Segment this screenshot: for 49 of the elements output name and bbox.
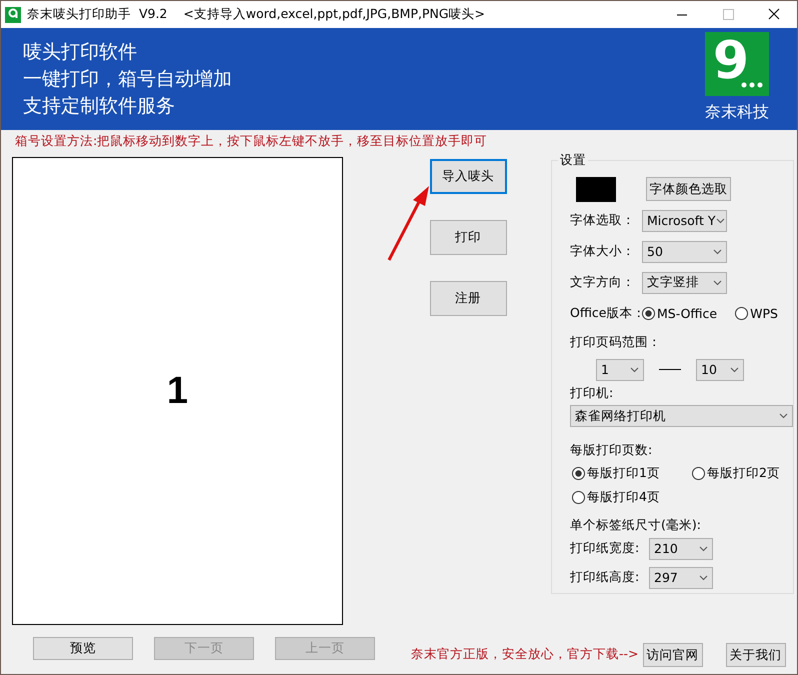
footer-button[interactable]: 访问官网 [642,643,702,667]
chevron-down-icon [730,366,739,372]
field-label: 打印机: [570,384,614,402]
box-number[interactable]: 1 [166,370,188,412]
field-label: 打印纸高度: [570,569,640,586]
action-button[interactable]: 导入唛头 [430,159,506,194]
radio-option[interactable]: 每版打印2页 [692,465,793,482]
dropdown[interactable]: 297 [649,566,713,588]
dropdown[interactable]: 文字竖排 [642,272,727,294]
footer-note: 奈末官方正版，安全放心，官方下载--> [411,646,638,663]
field-label: 单个标签纸尺寸(毫米): [570,517,701,534]
dropdown[interactable]: 1 [596,358,644,380]
field-label: 打印纸宽度: [570,540,640,557]
radio-option[interactable]: 每版打印1页 [572,465,692,482]
window-subtitle: <支持导入word,excel,ppt,pdf,JPG,BMP,PNG唛头> [183,6,486,23]
banner-text: 一键打印，箱号自动增加 [23,67,232,91]
field-label: 字体选取： [570,212,636,229]
nav-button[interactable]: 预览 [33,637,133,660]
radio-option[interactable]: 每版打印4页 [572,489,692,506]
radio-option[interactable]: WPS [735,306,778,321]
banner-text: 唛头打印软件 [23,40,138,64]
group-title: 设置 [559,152,587,169]
field-label: 文字方向： [570,274,636,291]
banner-text: 支持定制软件服务 [23,94,176,118]
chevron-down-icon [630,366,639,372]
chevron-down-icon [713,280,722,286]
dropdown[interactable]: 10 [696,358,744,380]
printer-dropdown[interactable]: 森雀网络打印机 [570,405,793,427]
chevron-down-icon [713,248,722,254]
hint-text: 箱号设置方法:把鼠标移动到数字上，按下鼠标左键不放手，移至目标位置放手即可 [14,132,488,150]
chevron-down-icon [716,218,724,224]
font-color-button[interactable]: 字体颜色选取 [646,177,731,201]
dropdown[interactable]: 50 [642,240,727,262]
field-label: Office版本： [570,305,642,322]
dropdown[interactable]: Microsoft Y [642,210,727,232]
dropdown[interactable]: 210 [649,538,713,560]
chevron-down-icon [779,413,788,419]
radio-option[interactable]: MS-Office [642,306,718,321]
action-button[interactable]: 打印 [430,220,506,255]
company-name: 奈末科技 [705,102,769,123]
field-label: 字体大小： [570,243,636,260]
window-title: 奈末唛头打印助手 V9.2 [27,6,168,23]
footer-button[interactable]: 关于我们 [726,643,786,667]
company-logo: 9 [705,32,769,96]
chevron-down-icon [699,546,708,552]
field-label: 打印页码范围： [570,334,661,351]
field-label: 每版打印页数: [570,442,652,459]
action-button[interactable]: 注册 [430,281,506,316]
chevron-down-icon [699,574,708,580]
